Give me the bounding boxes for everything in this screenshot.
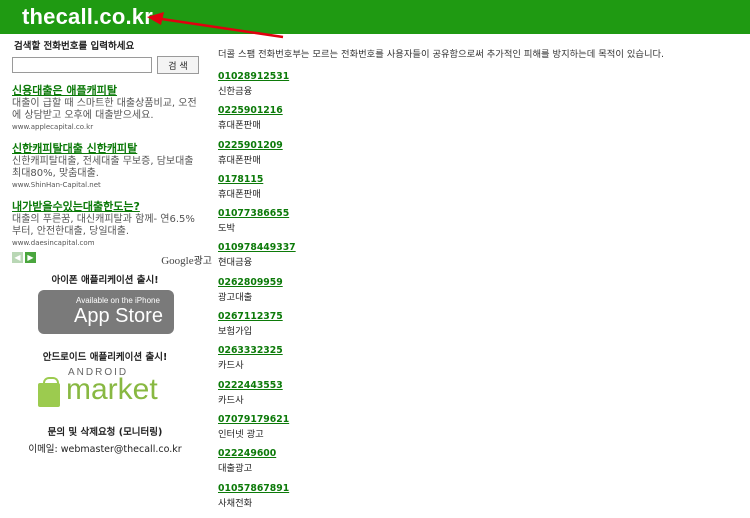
ad-url: www.daesincapital.com	[12, 239, 95, 247]
number-category: 신한금융	[218, 86, 253, 97]
red-arrow-annotation	[147, 12, 284, 39]
site-logo[interactable]: thecall.co.kr	[22, 4, 153, 30]
phone-number-link[interactable]: 0267112375	[218, 310, 743, 323]
phone-number-link[interactable]: 0225901209	[218, 139, 743, 152]
list-item: 01028912531 신한금융	[218, 70, 743, 104]
appstore-line2: App Store	[74, 305, 163, 327]
list-item: 0178115 휴대폰판매	[218, 173, 743, 207]
list-item: 0225901216 휴대폰판매	[218, 104, 743, 138]
phone-number-link[interactable]: 0262809959	[218, 276, 743, 289]
number-category: 휴대폰판매	[218, 154, 261, 166]
phone-number-link[interactable]: 0263332325	[218, 344, 743, 357]
google-ad-suffix: 광고	[193, 256, 212, 267]
ad-navigation: ◀ ▶ Google광고	[12, 252, 212, 267]
android-bag-icon	[34, 371, 60, 407]
number-category: 카드사	[218, 360, 244, 372]
search-form: 검 색	[12, 56, 208, 74]
search-label: 검색할 전화번호를 입력하세요	[14, 41, 135, 52]
list-item: 0267112375 보험가입	[218, 310, 743, 344]
list-item: 01077386655 도박	[218, 207, 743, 241]
contact-title: 문의 및 삭제요청 (모니터링)	[47, 427, 163, 438]
search-button[interactable]: 검 색	[157, 56, 199, 74]
market-wordmark: market	[66, 373, 158, 406]
list-item: 022249600 대출광고	[218, 447, 743, 481]
ad-item: 내가받을수있는대출한도는? 대출의 푸른꿈, 대신캐피탈과 함께- 연6.5%부…	[12, 200, 198, 248]
ad-title-link[interactable]: 신용대출은 애플캐피탈	[12, 84, 198, 98]
chevron-left-icon[interactable]: ◀	[12, 252, 23, 263]
list-item: 0262809959 광고대출	[218, 276, 743, 310]
phone-number-link[interactable]: 07079179621	[218, 413, 743, 426]
phone-number-link[interactable]: 01057867891	[218, 482, 743, 495]
phone-number-link[interactable]: 01028912531	[218, 70, 743, 83]
phone-number-link[interactable]: 0222443553	[218, 379, 743, 392]
list-item: 01057867891 사채전화	[218, 482, 743, 516]
left-sidebar: 검색할 전화번호를 입력하세요 검 색 신용대출은 애플캐피탈 대출이 급할 때…	[12, 38, 208, 248]
ad-url: www.applecapital.co.kr	[12, 123, 94, 131]
list-item: 0263332325 카드사	[218, 344, 743, 378]
site-description: 더콜 스팸 전화번호부는 모르는 전화번호를 사용자들이 공유함으로써 추가적인…	[218, 49, 665, 60]
app-store-badge[interactable]: Available on the iPhone App Store	[38, 290, 174, 334]
number-category: 카드사	[218, 394, 244, 406]
phone-number-link[interactable]: 0225901216	[218, 104, 743, 117]
iphone-app-title: 아이폰 애플리케이션 출시!	[51, 275, 159, 286]
number-category: 보험가입	[218, 326, 253, 338]
search-input[interactable]	[12, 57, 152, 73]
ad-text: 신한캐피탈대출, 전세대출 무보증, 담보대출최대80%, 맞춤대출.	[12, 156, 194, 179]
number-category: 도박	[218, 223, 236, 235]
phone-number-link[interactable]: 010978449337	[218, 241, 743, 254]
ad-item: 신한캐피탈대출 신한캐피탈 신한캐피탈대출, 전세대출 무보증, 담보대출최대8…	[12, 142, 198, 190]
contact-email[interactable]: 이메일: webmaster@thecall.co.kr	[0, 441, 210, 455]
ad-title-link[interactable]: 내가받을수있는대출한도는?	[12, 200, 198, 214]
number-category: 휴대폰판매	[218, 120, 261, 132]
google-ads-label[interactable]: Google광고	[161, 252, 212, 267]
number-category: 대출광고	[218, 463, 253, 475]
appstore-line1: Available on the iPhone	[76, 296, 160, 305]
list-item: 0225901209 휴대폰판매	[218, 139, 743, 173]
ad-item: 신용대출은 애플캐피탈 대출이 급할 때 스마트한 대출상품비교, 오전에 상담…	[12, 84, 198, 132]
phone-number-link[interactable]: 01077386655	[218, 207, 743, 220]
android-app-title: 안드로이드 애플리케이션 출시!	[42, 352, 168, 363]
android-market-badge[interactable]: ANDROID market	[34, 365, 184, 409]
header-bar: thecall.co.kr	[0, 0, 750, 34]
number-category: 사채전화	[218, 497, 253, 509]
ad-url: www.ShinHan-Capital.net	[12, 181, 101, 189]
number-category: 휴대폰판매	[218, 188, 261, 200]
list-item: 0222443553 카드사	[218, 379, 743, 413]
list-item: 07079179621 인터넷 광고	[218, 413, 743, 447]
number-category: 광고대출	[218, 291, 253, 303]
ad-text: 대출의 푸른꿈, 대신캐피탈과 함께- 연6.5%부터, 안전한대출, 당일대출…	[12, 214, 195, 237]
google-word: Google	[161, 255, 194, 267]
spam-number-list: 01028912531 신한금융 0225901216 휴대폰판매 02259012…	[218, 70, 743, 516]
ad-text: 대출이 급할 때 스마트한 대출상품비교, 오전에 상담받고 오후에 대출받으세…	[12, 98, 197, 121]
phone-number-link[interactable]: 022249600	[218, 447, 743, 460]
chevron-right-icon[interactable]: ▶	[25, 252, 36, 263]
main-content: 더콜 스팸 전화번호부는 모르는 전화번호를 사용자들이 공유함으로써 추가적인…	[218, 46, 743, 516]
phone-number-link[interactable]: 0178115	[218, 173, 743, 186]
ad-title-link[interactable]: 신한캐피탈대출 신한캐피탈	[12, 142, 198, 156]
number-category: 현대금융	[218, 257, 253, 269]
number-category: 인터넷 광고	[218, 428, 264, 440]
list-item: 010978449337 현대금융	[218, 241, 743, 275]
